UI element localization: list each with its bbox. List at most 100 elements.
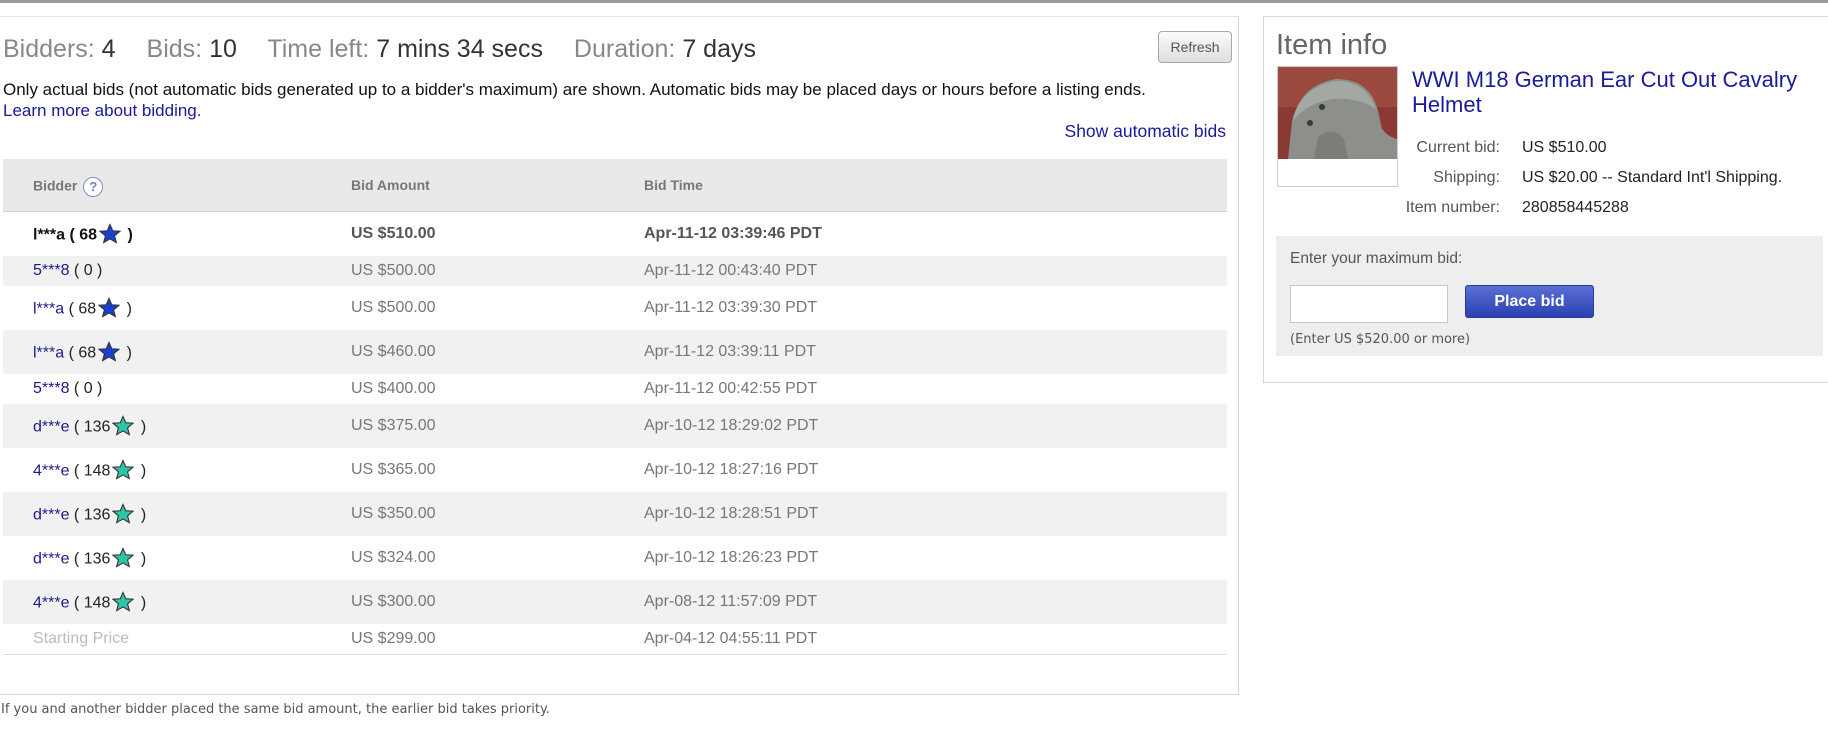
current-bid-value: US $510.00 bbox=[1522, 139, 1607, 156]
bidder-cell: d***e ( 136 ) bbox=[33, 415, 147, 437]
bidder-cell: l***a ( 68 ) bbox=[33, 297, 132, 319]
feedback-score: ( 136 bbox=[69, 550, 111, 568]
starting-price-time: Apr-04-12 04:55:11 PDT bbox=[644, 630, 818, 647]
starting-price-row: Starting Price US $299.00 Apr-04-12 04:5… bbox=[3, 624, 1227, 654]
bid-history-table: Bidder? Bid Amount Bid Time l***a ( 68 )… bbox=[3, 159, 1227, 655]
table-row: 4***e ( 148 ) US $365.00 Apr-10-12 18:27:1… bbox=[3, 448, 1227, 492]
bid-time: Apr-11-12 00:42:55 PDT bbox=[644, 380, 818, 397]
bid-time: Apr-11-12 00:43:40 PDT bbox=[644, 262, 818, 279]
duration-value: 7 days bbox=[682, 35, 756, 63]
feedback-close: ) bbox=[122, 344, 132, 362]
bidder-cell: l***a ( 68 ) bbox=[33, 341, 132, 363]
bidder-cell: l***a ( 68 ) bbox=[33, 223, 133, 245]
feedback-score: ( 68 bbox=[65, 226, 98, 244]
max-bid-label: Enter your maximum bid: bbox=[1290, 250, 1463, 267]
bidder-cell: 5***8 ( 0 ) bbox=[33, 380, 102, 398]
feedback-score: ( 148 bbox=[69, 462, 111, 480]
bid-amount: US $324.00 bbox=[351, 549, 436, 566]
time-left-value: 7 mins 34 secs bbox=[376, 35, 543, 63]
bid-amount: US $300.00 bbox=[351, 593, 436, 610]
bid-amount: US $510.00 bbox=[351, 225, 436, 242]
table-row: d***e ( 136 ) US $375.00 Apr-10-12 18:29:0… bbox=[3, 404, 1227, 448]
feedback-close: ) bbox=[136, 462, 147, 480]
table-header: Bidder? Bid Amount Bid Time bbox=[3, 159, 1227, 212]
show-automatic-bids-link[interactable]: Show automatic bids bbox=[1065, 121, 1226, 142]
feedback-close: ) bbox=[136, 550, 147, 568]
feedback-star-icon bbox=[112, 415, 135, 436]
bids-count: 10 bbox=[209, 35, 237, 63]
item-info-panel: Item info WWI M18 German Ear Cut Out Cav… bbox=[1263, 16, 1828, 383]
bid-time: Apr-10-12 18:28:51 PDT bbox=[644, 505, 819, 522]
bids-label: Bids: bbox=[146, 35, 203, 63]
auction-stats: Bidders: 4 Bids: 10 Time left: 7 mins 34… bbox=[3, 35, 780, 64]
bid-time: Apr-08-12 11:57:09 PDT bbox=[644, 593, 818, 610]
bidder-name-link[interactable]: 4***e bbox=[33, 463, 69, 480]
feedback-close: ) bbox=[136, 418, 147, 436]
time-left-label: Time left: bbox=[267, 35, 370, 63]
bid-history-panel: Bidders: 4 Bids: 10 Time left: 7 mins 34… bbox=[0, 16, 1239, 695]
bid-time: Apr-11-12 03:39:11 PDT bbox=[644, 343, 816, 360]
max-bid-input[interactable] bbox=[1290, 285, 1448, 323]
bidder-name-link[interactable]: d***e bbox=[33, 419, 69, 436]
bidder-name-link[interactable]: d***e bbox=[33, 507, 69, 524]
feedback-star-icon bbox=[99, 223, 122, 244]
bidder-name-link[interactable]: 5***8 bbox=[33, 380, 69, 397]
feedback-close: ) bbox=[136, 506, 147, 524]
duration-label: Duration: bbox=[573, 35, 676, 63]
bid-time: Apr-11-12 03:39:30 PDT bbox=[644, 299, 818, 316]
item-number-value: 280858445288 bbox=[1522, 199, 1629, 216]
bid-time: Apr-10-12 18:27:16 PDT bbox=[644, 461, 819, 478]
table-row: l***a ( 68 ) US $460.00 Apr-11-12 03:39:11… bbox=[3, 330, 1227, 374]
starting-price-label: Starting Price bbox=[33, 630, 130, 647]
bidder-cell: 4***e ( 148 ) bbox=[33, 459, 147, 481]
feedback-close: ) bbox=[122, 300, 132, 318]
bidder-name-link[interactable]: d***e bbox=[33, 551, 69, 568]
place-bid-button[interactable]: Place bid bbox=[1465, 285, 1594, 318]
shipping-label: Shipping: bbox=[1433, 169, 1500, 186]
table-row: l***a ( 68 ) US $500.00 Apr-11-12 03:39:30… bbox=[3, 286, 1227, 330]
table-divider bbox=[3, 654, 1227, 655]
feedback-star-icon bbox=[112, 547, 135, 568]
bidder-name-link[interactable]: l***a bbox=[33, 345, 64, 362]
help-icon[interactable]: ? bbox=[83, 177, 104, 197]
feedback-score: ( 148 bbox=[69, 594, 111, 612]
bid-time: Apr-10-12 18:29:02 PDT bbox=[644, 417, 819, 434]
bidder-cell: 5***8 ( 0 ) bbox=[33, 262, 102, 280]
table-row: 5***8 ( 0 ) US $400.00 Apr-11-12 00:42:55 … bbox=[3, 374, 1227, 404]
refresh-button[interactable]: Refresh bbox=[1158, 31, 1232, 63]
bid-time: Apr-11-12 03:39:46 PDT bbox=[644, 225, 822, 242]
feedback-score: ( 68 bbox=[64, 300, 97, 318]
feedback-score: ( 0 ) bbox=[69, 380, 103, 397]
bid-amount: US $500.00 bbox=[351, 299, 436, 316]
starting-price-amount: US $299.00 bbox=[351, 630, 436, 647]
bidder-name-link[interactable]: 4***e bbox=[33, 595, 69, 612]
bid-amount: US $500.00 bbox=[351, 262, 436, 279]
learn-more-link[interactable]: Learn more about bidding. bbox=[3, 101, 201, 121]
bidder-cell: d***e ( 136 ) bbox=[33, 547, 147, 569]
bidder-name-link[interactable]: l***a bbox=[33, 301, 64, 318]
bid-amount: US $460.00 bbox=[351, 343, 436, 360]
table-row: l***a ( 68 ) US $510.00 Apr-11-12 03:39:46… bbox=[3, 212, 1227, 256]
feedback-star-icon bbox=[112, 459, 135, 480]
header-bid-amount: Bid Amount bbox=[351, 177, 430, 193]
bidders-count: 4 bbox=[101, 35, 116, 63]
shipping-value: US $20.00 -- Standard Int'l Shipping. bbox=[1522, 169, 1783, 186]
table-row: 4***e ( 148 ) US $300.00 Apr-08-12 11:57:0… bbox=[3, 580, 1227, 624]
feedback-score: ( 136 bbox=[69, 506, 111, 524]
bid-time: Apr-10-12 18:26:23 PDT bbox=[644, 549, 819, 566]
item-number-label: Item number: bbox=[1405, 199, 1500, 216]
header-bidder: Bidder? bbox=[33, 177, 104, 197]
table-row: d***e ( 136 ) US $324.00 Apr-10-12 18:26:2… bbox=[3, 536, 1227, 580]
feedback-score: ( 0 ) bbox=[69, 262, 103, 279]
feedback-star-icon bbox=[112, 503, 135, 524]
current-bid-label: Current bid: bbox=[1416, 139, 1500, 156]
feedback-score: ( 136 bbox=[69, 418, 111, 436]
bidder-name-link[interactable]: l***a bbox=[33, 227, 65, 244]
bidders-label: Bidders: bbox=[3, 35, 95, 63]
feedback-score: ( 68 bbox=[64, 344, 97, 362]
bid-amount: US $365.00 bbox=[351, 461, 436, 478]
bidder-name-link[interactable]: 5***8 bbox=[33, 262, 69, 279]
header-bid-time: Bid Time bbox=[644, 177, 703, 193]
item-title-link[interactable]: WWI M18 German Ear Cut Out Cavalry Helme… bbox=[1412, 67, 1822, 117]
bid-amount: US $375.00 bbox=[351, 417, 436, 434]
